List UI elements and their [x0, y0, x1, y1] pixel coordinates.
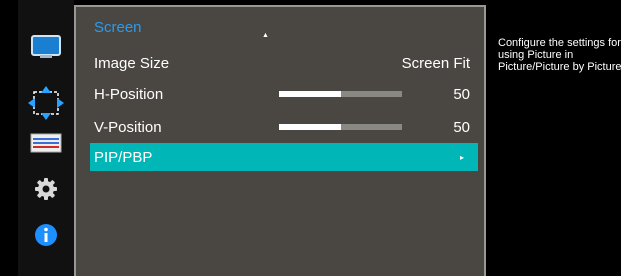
menu-item-label: PIP/PBP: [94, 148, 153, 166]
menu-item-v-position[interactable]: V-Position 50: [90, 113, 478, 141]
menu-item-pip-pbp[interactable]: PIP/PBP ▸: [90, 143, 478, 171]
v-position-value: 50: [453, 118, 470, 136]
settings-gear-icon: [35, 178, 57, 200]
scroll-up-arrow-icon[interactable]: ▲: [262, 32, 269, 39]
menu-item-label: V-Position: [94, 118, 162, 136]
menu-item-label: Image Size: [94, 54, 170, 72]
menu-title: Screen: [94, 19, 142, 36]
sidebar-item-picture[interactable]: [18, 32, 74, 62]
menu-item-image-size[interactable]: Image Size Screen Fit: [90, 49, 478, 77]
sidebar-item-information[interactable]: [18, 220, 74, 250]
category-icon-bar: [18, 0, 74, 276]
v-position-slider[interactable]: [279, 124, 402, 130]
sidebar-item-system[interactable]: [18, 174, 74, 204]
sidebar-item-screen[interactable]: [18, 86, 74, 120]
pip-bars-icon: [30, 133, 62, 153]
h-position-slider[interactable]: [279, 91, 402, 97]
osd-frame: Screen ▲ Image Size Screen Fit H-Positio…: [0, 0, 621, 276]
h-position-value: 50: [453, 85, 470, 103]
image-size-value: Screen Fit: [401, 54, 470, 72]
help-panel: Configure the settings for using Picture…: [486, 5, 621, 276]
submenu-arrow-icon: ▸: [459, 152, 464, 162]
position-arrows-icon: [28, 86, 64, 120]
info-icon: [35, 224, 57, 246]
menu-item-label: H-Position: [94, 85, 164, 103]
sidebar-item-pip[interactable]: [18, 128, 74, 158]
screen-menu-panel: Screen ▲ Image Size Screen Fit H-Positio…: [74, 5, 486, 276]
h-position-slider-fill: [279, 91, 341, 97]
v-position-slider-fill: [279, 124, 341, 130]
menu-item-h-position[interactable]: H-Position 50: [90, 80, 478, 108]
monitor-icon: [31, 35, 61, 58]
help-description: Configure the settings for using Picture…: [498, 37, 621, 73]
